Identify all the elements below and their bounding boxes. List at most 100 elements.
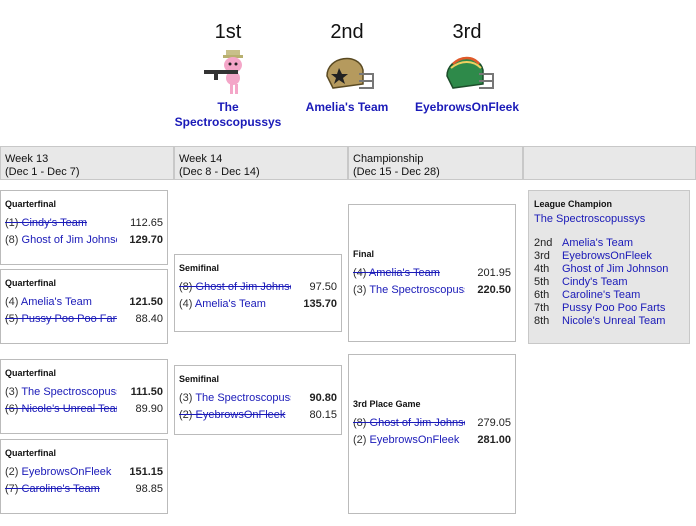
standing-team-link[interactable]: Cindy's Team [562,276,627,288]
team-link[interactable]: Pussy Poo Poo Farts [22,313,117,325]
team-row: (4) Amelia's Team 135.70 [175,296,341,313]
standing-place: 5th [534,276,550,288]
team-row: (3) The Spectroscopussys 90.80 [175,390,341,407]
team-row: (8) Ghost of Jim Johnson 97.50 [175,279,341,296]
matchup-box: 3rd Place Game (8) Ghost of Jim Johnson … [348,354,516,514]
team-row: (2) EyebrowsOnFleek 151.15 [1,464,167,481]
team-score: 90.80 [309,392,337,404]
matchup-title: Final [353,249,375,259]
standing-team-link[interactable]: Nicole's Unreal Team [562,315,665,327]
week-title: Week 14 [179,153,223,165]
team-seed: (3) [353,284,367,296]
standing-row: 5th Cindy's Team [534,276,684,289]
team-row: (4) Amelia's Team 201.95 [349,265,515,282]
standing-place: 4th [534,263,550,275]
matchup-box: Semifinal (3) The Spectroscopussys 90.80… [174,365,342,435]
standing-row: 4th Ghost of Jim Johnson [534,263,684,276]
second-team-link[interactable]: Amelia's Team [277,100,417,115]
matchup-box: Quarterfinal (3) The Spectroscopussys 11… [0,359,168,434]
team-link[interactable]: EyebrowsOnFleek [370,434,460,446]
week-title: Championship [353,153,424,165]
team-row: (2) EyebrowsOnFleek 80.15 [175,407,341,424]
team-seed: (6) [5,403,19,415]
team-score: 111.50 [130,386,163,398]
team-seed: (4) [353,267,367,279]
team-seed: (8) [5,234,19,246]
team-seed: (8) [353,417,367,429]
standing-team-link[interactable]: Ghost of Jim Johnson [562,263,668,275]
team-name-line[interactable]: Spectroscopussys [158,115,298,130]
team-row: (8) Ghost of Jim Johnson 129.70 [1,232,167,249]
matchup-title: Semifinal [179,263,220,273]
team-link[interactable]: Ghost of Jim Johnson [370,417,465,429]
standing-row: 7th Pussy Poo Poo Farts [534,302,684,315]
team-score: 279.05 [477,417,511,429]
standing-row: 8th Nicole's Unreal Team [534,315,684,328]
team-link[interactable]: Cindy's Team [22,217,87,229]
green-football-helmet-avatar[interactable] [439,46,495,98]
team-score: 201.95 [477,267,511,279]
gold-football-helmet-avatar[interactable] [319,46,375,98]
team-row: (7) Caroline's Team 98.85 [1,481,167,498]
team-link[interactable]: The Spectroscopussys [195,392,291,404]
week-14-header: Week 14 (Dec 8 - Dec 14) [174,146,348,180]
team-row: (4) Amelia's Team 121.50 [1,294,167,311]
team-score: 135.70 [303,298,337,310]
team-seed: (4) [179,298,193,310]
team-score: 220.50 [477,284,511,296]
standing-row: 6th Caroline's Team [534,289,684,302]
team-score: 80.15 [309,409,337,421]
week-dates: (Dec 15 - Dec 28) [353,166,440,178]
matchup-title: Quarterfinal [5,278,57,288]
team-score: 88.40 [135,313,163,325]
week-dates: (Dec 8 - Dec 14) [179,166,260,178]
team-score: 281.00 [477,434,511,446]
matchup-title: Semifinal [179,374,220,384]
week-header-row: Week 13 (Dec 1 - Dec 7) Week 14 (Dec 8 -… [0,146,696,180]
team-link[interactable]: Ghost of Jim Johnson [196,281,291,293]
team-row: (3) The Spectroscopussys 111.50 [1,384,167,401]
matchup-box: Quarterfinal (4) Amelia's Team 121.50 (5… [0,269,168,344]
team-score: 97.50 [309,281,337,293]
matchup-title: Quarterfinal [5,448,57,458]
team-link[interactable]: The Spectroscopussys [21,386,117,398]
championship-header: Championship (Dec 15 - Dec 28) [348,146,523,180]
matchup-box: Quarterfinal (1) Cindy's Team 112.65 (8)… [0,190,168,265]
team-link[interactable]: Amelia's Team [195,298,266,310]
standing-team-link[interactable]: Caroline's Team [562,289,640,301]
team-link[interactable]: EyebrowsOnFleek [196,409,286,421]
podium-second: 2nd Amelia's Team [277,0,417,115]
standing-row: 2nd Amelia's Team [534,237,684,250]
team-link[interactable]: Amelia's Team [21,296,92,308]
team-seed: (2) [5,466,19,478]
standing-team-link[interactable]: EyebrowsOnFleek [562,250,652,262]
champion-team-link[interactable]: The Spectroscopussys [534,213,684,225]
team-score: 151.15 [129,466,163,478]
third-team-link[interactable]: EyebrowsOnFleek [397,100,537,115]
team-score: 129.70 [129,234,163,246]
team-link[interactable]: Caroline's Team [22,483,100,495]
team-seed: (4) [5,296,19,308]
team-link[interactable]: The Spectroscopussys [369,284,465,296]
champion-heading: League Champion [534,199,613,209]
team-score: 89.90 [135,403,163,415]
team-row: (2) EyebrowsOnFleek 281.00 [349,432,515,449]
team-row: (5) Pussy Poo Poo Farts 88.40 [1,311,167,328]
podium-third: 3rd EyebrowsOnFleek [397,0,537,115]
team-link[interactable]: Ghost of Jim Johnson [22,234,117,246]
pink-character-with-gun-avatar[interactable] [200,46,256,98]
week-13-header: Week 13 (Dec 1 - Dec 7) [0,146,174,180]
place-label: 3rd [452,21,482,43]
standing-team-link[interactable]: Pussy Poo Poo Farts [562,302,665,314]
team-seed: (2) [179,409,193,421]
matchup-box: Semifinal (8) Ghost of Jim Johnson 97.50… [174,254,342,332]
team-link[interactable]: Nicole's Unreal Team [22,403,117,415]
champion-header-blank [523,146,696,180]
team-seed: (3) [179,392,193,404]
team-link[interactable]: EyebrowsOnFleek [22,466,112,478]
team-seed: (7) [5,483,19,495]
standing-team-link[interactable]: Amelia's Team [562,237,633,249]
team-link[interactable]: Amelia's Team [369,267,440,279]
standing-row: 3rd EyebrowsOnFleek [534,250,684,263]
standing-place: 3rd [534,250,550,262]
